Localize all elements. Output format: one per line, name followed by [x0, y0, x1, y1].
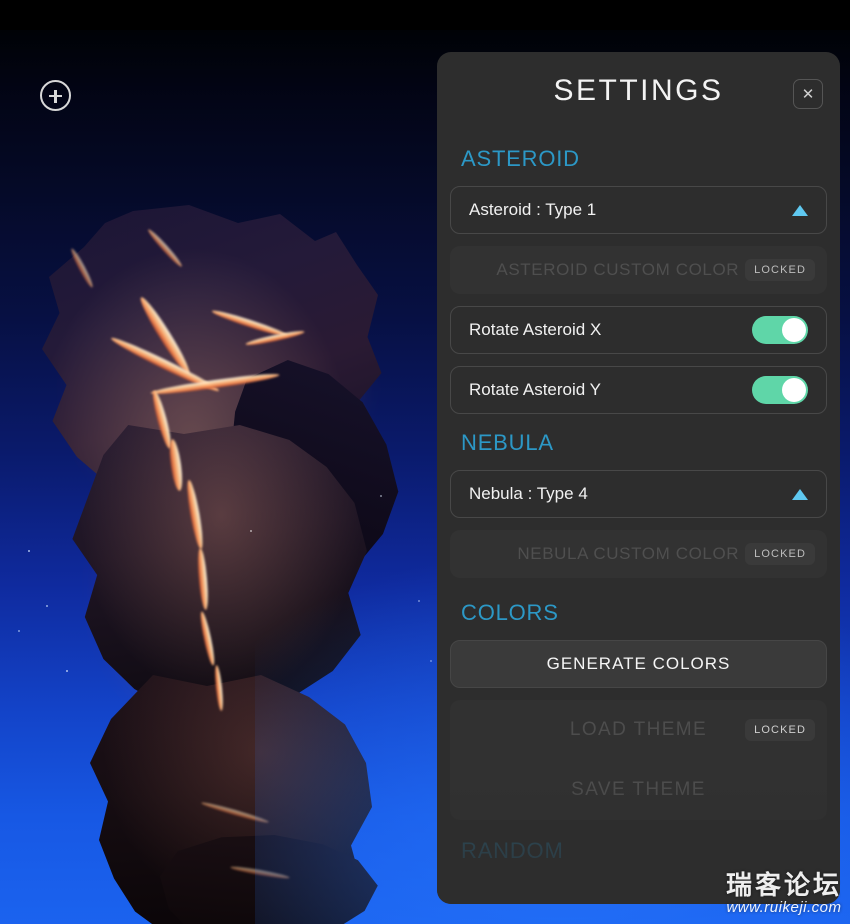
lava-vein: [136, 294, 194, 377]
save-theme-row[interactable]: SAVE THEME: [450, 760, 827, 820]
lava-vein: [167, 438, 185, 492]
space-particle: [46, 605, 48, 607]
lava-glow: [75, 280, 315, 510]
asteroid-lower-mass: [90, 675, 372, 924]
save-theme-label: SAVE THEME: [571, 779, 706, 800]
section-heading-nebula: NEBULA: [461, 430, 554, 455]
generate-colors-button[interactable]: GENERATE COLORS: [450, 640, 827, 688]
rotate-asteroid-y-toggle[interactable]: [752, 376, 808, 404]
lava-vein: [230, 864, 290, 881]
caret-up-icon: [792, 204, 808, 216]
lava-glow: [100, 460, 300, 720]
panel-header: SETTINGS ✕: [450, 52, 827, 130]
lava-vein: [109, 334, 221, 395]
settings-panel: SETTINGS ✕ ASTEROID Asteroid : Type 1 AS…: [437, 52, 840, 904]
status-badge: LOCKED: [745, 543, 815, 565]
asteroid-custom-color-label: ASTEROID CUSTOM COLOR: [496, 260, 740, 279]
lava-vein: [146, 227, 184, 269]
toggle-knob: [782, 318, 806, 342]
app-viewport: SETTINGS ✕ ASTEROID Asteroid : Type 1 AS…: [0, 0, 850, 924]
nebula-custom-color-label: NEBULA CUSTOM COLOR: [517, 544, 740, 563]
lava-glow: [230, 330, 370, 450]
lava-vein: [210, 307, 290, 340]
asteroid-custom-color-locked[interactable]: ASTEROID CUSTOM COLOR LOCKED: [450, 246, 827, 294]
space-particle: [66, 670, 68, 672]
asteroid-upper-mass: [42, 205, 382, 505]
page-title: SETTINGS: [553, 74, 724, 107]
status-badge: LOCKED: [745, 719, 815, 741]
lava-vein: [198, 610, 217, 667]
lava-vein: [150, 370, 280, 398]
space-particle: [430, 660, 432, 662]
load-theme-row[interactable]: LOAD THEME LOCKED: [450, 700, 827, 760]
status-badge: LOCKED: [745, 259, 815, 281]
close-icon[interactable]: ✕: [793, 79, 823, 109]
rotate-asteroid-y-row[interactable]: Rotate Asteroid Y: [450, 366, 827, 414]
asteroid-type-value: Asteroid : Type 1: [469, 200, 597, 219]
lava-vein: [149, 389, 175, 450]
lava-vein: [69, 247, 95, 289]
rotate-asteroid-y-label: Rotate Asteroid Y: [469, 380, 601, 399]
asteroid-side-lobe: [230, 360, 399, 595]
load-theme-label: LOAD THEME: [569, 719, 708, 740]
rotate-asteroid-x-toggle[interactable]: [752, 316, 808, 344]
lava-vein: [200, 800, 270, 825]
nebula-custom-color-locked[interactable]: NEBULA CUSTOM COLOR LOCKED: [450, 530, 827, 578]
space-particle: [28, 550, 30, 552]
asteroid-base-mass: [160, 835, 378, 924]
theme-locked-group: LOAD THEME LOCKED SAVE THEME: [450, 700, 827, 820]
rotate-asteroid-x-row[interactable]: Rotate Asteroid X: [450, 306, 827, 354]
space-particle: [418, 600, 420, 602]
space-particle: [18, 630, 20, 632]
rotate-asteroid-x-label: Rotate Asteroid X: [469, 320, 602, 339]
section-heading-random: RANDOM: [461, 838, 564, 863]
space-particle: [380, 495, 382, 497]
lava-vein: [184, 479, 206, 550]
lava-vein: [196, 547, 210, 611]
asteroid-mid-mass: [72, 425, 367, 725]
nebula-type-value: Nebula : Type 4: [469, 484, 588, 503]
toggle-knob: [782, 378, 806, 402]
caret-up-icon: [792, 488, 808, 500]
space-particle: [250, 530, 252, 532]
lava-vein: [213, 664, 225, 712]
lava-vein: [245, 328, 305, 348]
asteroid-type-dropdown[interactable]: Asteroid : Type 1: [450, 186, 827, 234]
section-heading-asteroid: ASTEROID: [461, 146, 580, 171]
section-heading-colors: COLORS: [461, 600, 559, 625]
plus-circle-icon[interactable]: [40, 80, 71, 111]
nebula-type-dropdown[interactable]: Nebula : Type 4: [450, 470, 827, 518]
